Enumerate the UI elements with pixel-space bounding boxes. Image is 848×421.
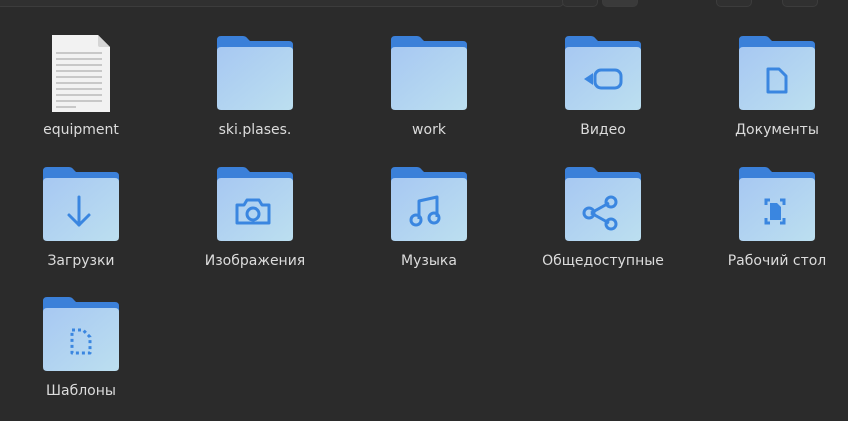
downloads-folder-icon	[41, 163, 121, 243]
pictures-folder-icon	[215, 163, 295, 243]
folder-item-downloads[interactable]: Загрузки	[0, 163, 166, 289]
item-label: ski.plases.	[218, 122, 292, 138]
item-label: equipment	[43, 122, 119, 138]
folder-icon	[389, 32, 469, 112]
music-folder-icon	[389, 163, 469, 243]
folder-item-videos[interactable]: Видео	[518, 32, 688, 158]
item-label: Шаблоны	[46, 383, 116, 399]
folder-item-templates[interactable]: Шаблоны	[0, 293, 166, 419]
folder-icon	[215, 32, 295, 112]
folder-item-documents[interactable]: Документы	[692, 32, 848, 158]
item-label: Загрузки	[47, 253, 115, 269]
documents-folder-icon	[737, 32, 817, 112]
item-label: Общедоступные	[542, 253, 664, 269]
item-label: work	[412, 122, 446, 138]
text-document-icon	[41, 32, 121, 112]
templates-folder-icon	[41, 293, 121, 373]
folder-item-desktop[interactable]: Рабочий стол	[692, 163, 848, 289]
desktop-folder-icon	[737, 163, 817, 243]
folder-item-work[interactable]: work	[344, 32, 514, 158]
folder-item-ski-plases[interactable]: ski.plases.	[170, 32, 340, 158]
public-share-folder-icon	[563, 163, 643, 243]
item-label: Видео	[580, 122, 626, 138]
folder-item-public[interactable]: Общедоступные	[518, 163, 688, 289]
item-label: Документы	[735, 122, 819, 138]
folder-item-music[interactable]: Музыка	[344, 163, 514, 289]
item-label: Рабочий стол	[727, 253, 827, 269]
folder-item-pictures[interactable]: Изображения	[170, 163, 340, 289]
item-label: Музыка	[401, 253, 457, 269]
videos-folder-icon	[563, 32, 643, 112]
file-grid: equipment ski.plases. work Видео Докумен…	[0, 0, 848, 421]
item-label: Изображения	[204, 253, 306, 269]
file-item-equipment[interactable]: equipment	[0, 32, 166, 158]
